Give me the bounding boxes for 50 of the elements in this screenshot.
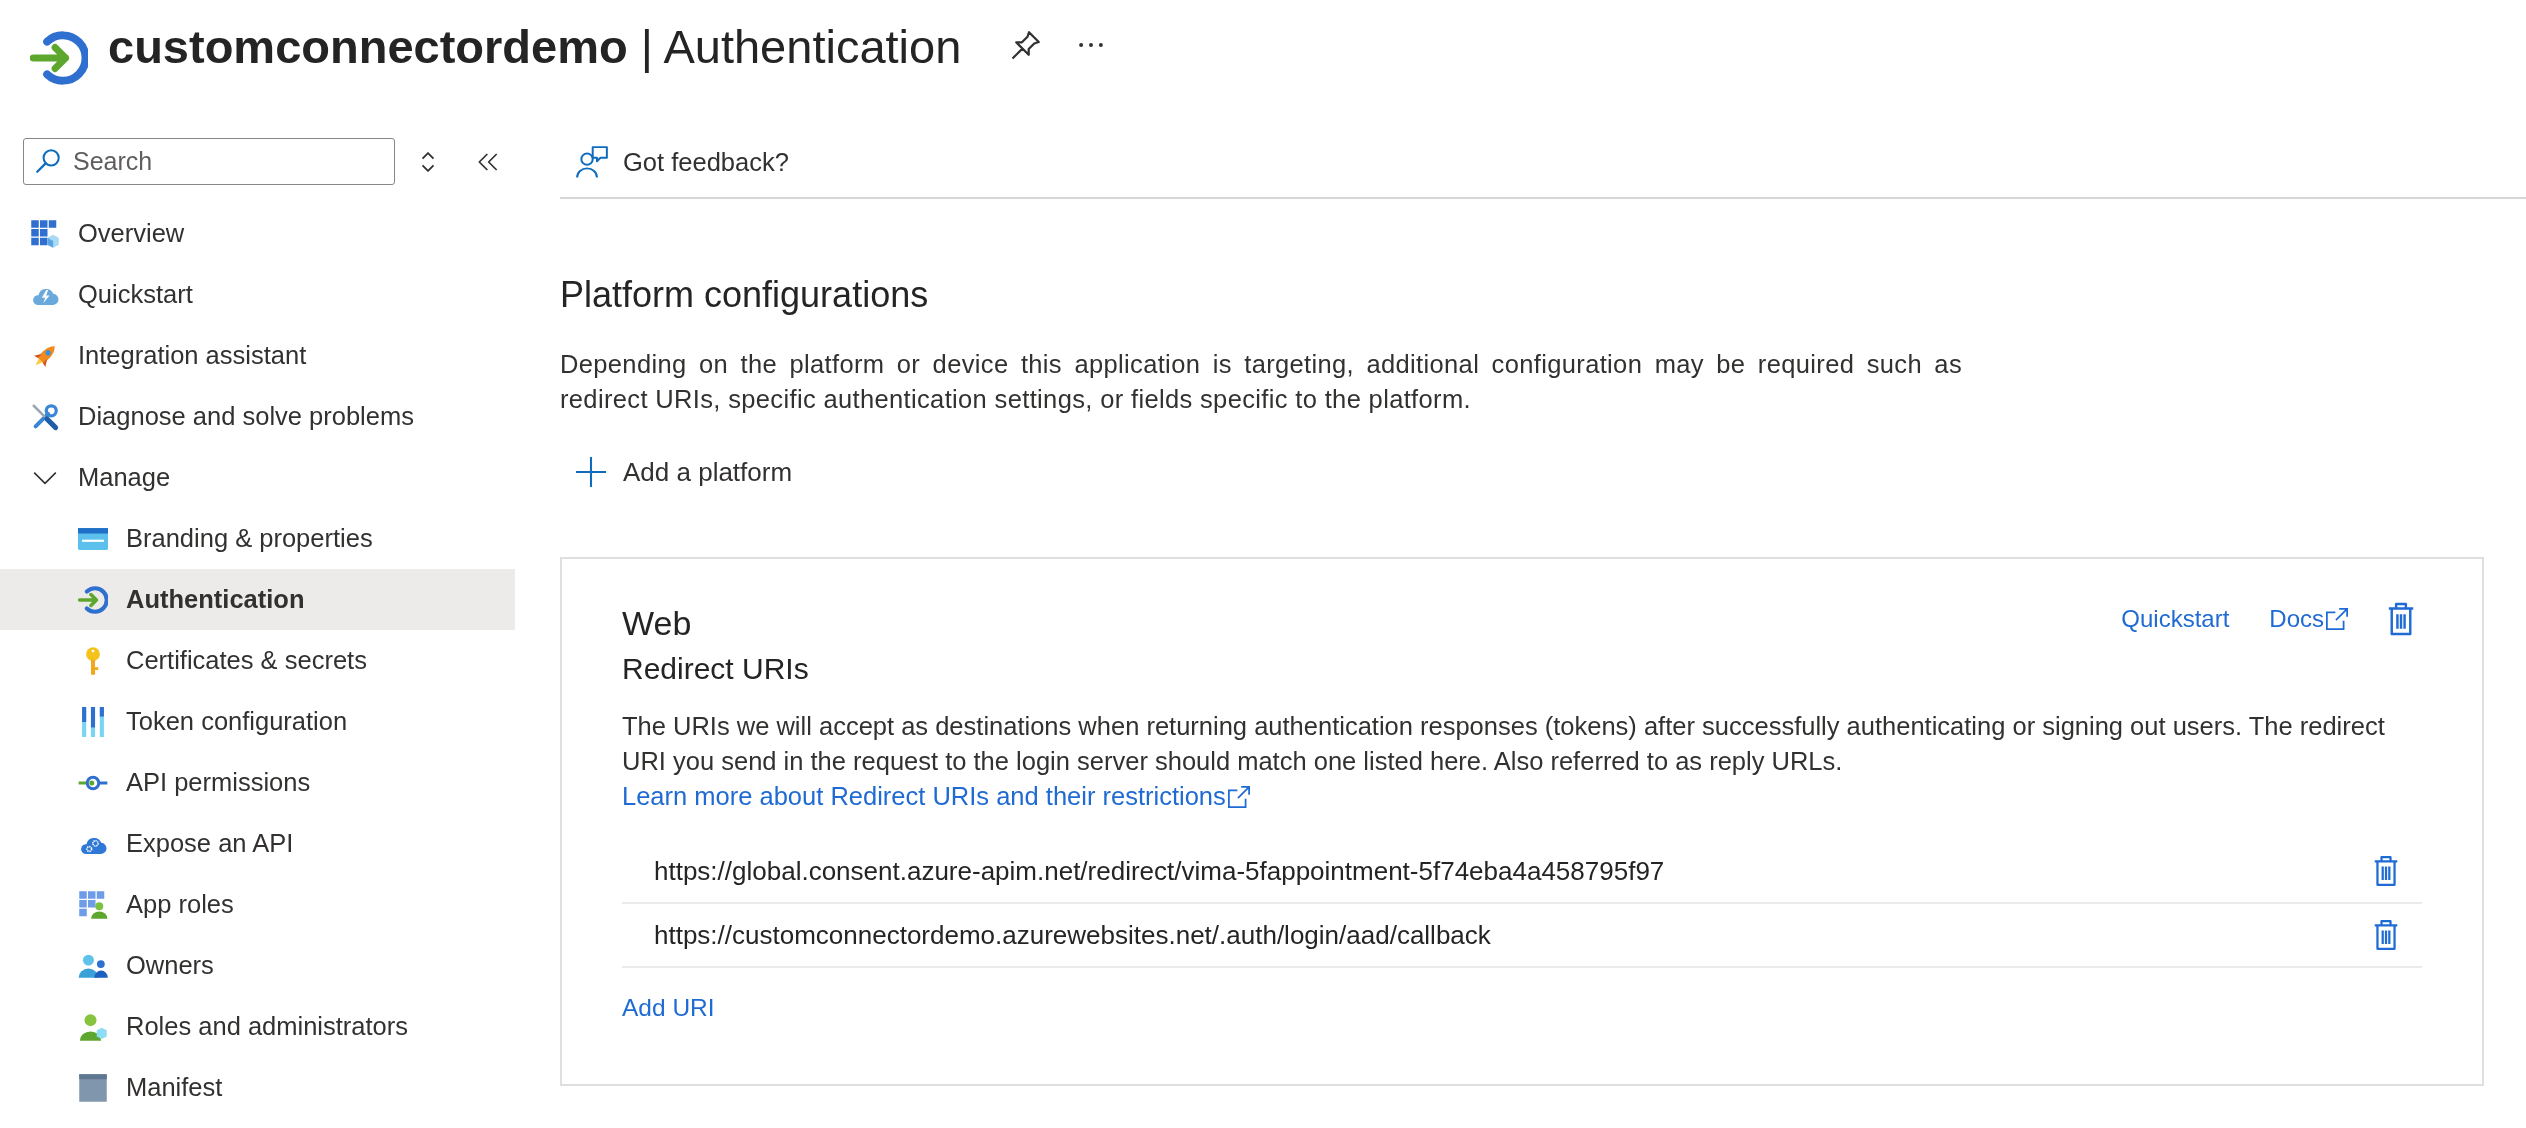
nav-group[interactable]: Manage	[0, 447, 515, 508]
nav-item[interactable]: Certificates & secrets	[0, 630, 515, 691]
grid-person-icon	[78, 889, 108, 920]
chevron-down-icon[interactable]	[33, 470, 57, 485]
person-cube-icon	[78, 1011, 108, 1042]
nav-item[interactable]: Manifest	[0, 1057, 515, 1118]
nav-item[interactable]: App roles	[0, 874, 515, 935]
learn-more-link[interactable]: Learn more about Redirect URIs and their restrictions	[622, 782, 1250, 810]
external-link-icon	[1227, 786, 1250, 808]
sign-in-arrow-icon	[78, 584, 108, 615]
nav-item[interactable]: Overview	[0, 203, 515, 264]
delete-icon[interactable]	[2388, 602, 2414, 636]
section-heading: Platform configurations	[560, 273, 929, 317]
nav-item[interactable]: Authentication	[0, 569, 515, 630]
card-subtitle: Redirect URIs	[622, 651, 809, 687]
add-platform-button[interactable]: Add a platform	[560, 449, 793, 495]
feedback-icon	[575, 145, 609, 179]
nav-item[interactable]: Branding & properties	[0, 508, 515, 569]
card-link[interactable]: Quickstart	[2121, 605, 2230, 633]
platform-description: Depending on the platform or device this application is targeting, additional configuration may be required such as redirect URIs, specific authentication settings, or fields specific to the platform.	[560, 349, 1962, 415]
nav-item[interactable]: Expose an API	[0, 813, 515, 874]
grid-cube-icon	[30, 218, 60, 249]
card-link[interactable]: Docs	[2269, 605, 2348, 633]
document-icon	[78, 1072, 108, 1103]
nav-item[interactable]: Diagnose and solve problems	[0, 386, 515, 447]
add-uri-link[interactable]: Add URI	[622, 988, 715, 1028]
delete-icon[interactable]	[2374, 855, 2398, 887]
search-field[interactable]: Search	[23, 138, 395, 185]
nav-item[interactable]: Quickstart	[0, 264, 515, 325]
nav-item[interactable]: Owners	[0, 935, 515, 996]
more-icon[interactable]	[1079, 42, 1104, 48]
search-icon	[36, 149, 60, 173]
pin-icon[interactable]	[1011, 30, 1042, 60]
card-title: Web	[622, 603, 692, 644]
plus-icon	[576, 457, 606, 487]
nav-item[interactable]: Roles and administrators	[0, 996, 515, 1057]
external-link-icon	[2326, 608, 2348, 630]
up-down-chevron-icon[interactable]	[420, 150, 436, 173]
nav-item[interactable]: API permissions	[0, 752, 515, 813]
tools-icon	[30, 401, 60, 432]
page-title: customconnectordemo | Authentication	[108, 19, 962, 75]
redirect-uri: https://global.consent.azure-apim.net/redirect/vima-5fappointment-5f74eba4a458795f97	[654, 855, 1665, 887]
app-logo-icon	[30, 29, 88, 87]
redirect-description: The URIs we will accept as destinations when returning authentication responses (tokens) after successfully authenticating or signing out users. The redirect URI you send in the request to the login server should match one listed here. Also referred to as reply URLs. Learn more about Redirect URIs and their restrictions	[622, 711, 2386, 812]
delete-icon[interactable]	[2374, 919, 2398, 951]
nav-item[interactable]: Integration assistant	[0, 325, 515, 386]
nav-item[interactable]: Token configuration	[0, 691, 515, 752]
feedback-button[interactable]: Got feedback?	[560, 139, 789, 185]
double-chevron-left-icon[interactable]	[478, 151, 498, 172]
redirect-uri: https://customconnectordemo.azurewebsites.net/.auth/login/aad/callback	[654, 919, 1491, 951]
